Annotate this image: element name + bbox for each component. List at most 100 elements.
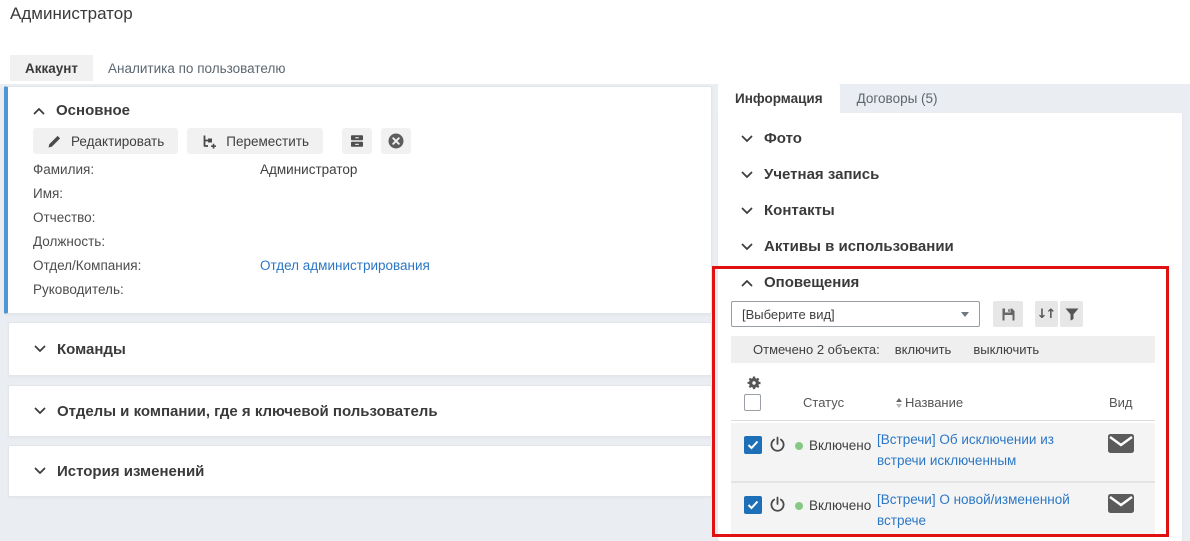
field-label: Руководитель: bbox=[33, 282, 260, 297]
chevron-up-icon[interactable] bbox=[33, 107, 45, 115]
field-label: Имя: bbox=[33, 186, 260, 201]
history-title: История изменений bbox=[57, 463, 204, 480]
card-file-button[interactable] bbox=[342, 128, 372, 154]
row-status: Включено bbox=[809, 438, 871, 453]
alerts-title: Оповещения bbox=[764, 274, 859, 291]
teams-header: Команды bbox=[34, 341, 126, 358]
selection-count-label: Отмечено 2 объекта: bbox=[753, 342, 880, 357]
move-button[interactable]: Переместить bbox=[187, 128, 323, 154]
field-row-middlename: Отчество: bbox=[33, 205, 430, 229]
department-link[interactable]: Отдел администрирования bbox=[260, 258, 430, 273]
status-dot bbox=[795, 502, 803, 510]
teams-section[interactable]: Команды bbox=[8, 322, 712, 376]
chevron-down-icon[interactable] bbox=[741, 243, 753, 251]
edit-button[interactable]: Редактировать bbox=[33, 128, 178, 154]
field-label: Отдел/Компания: bbox=[33, 258, 260, 273]
selection-bar: Отмечено 2 объекта: включить выключить bbox=[731, 336, 1155, 363]
tab-contracts[interactable]: Договоры (5) bbox=[840, 84, 955, 113]
row-checkbox-checked[interactable] bbox=[744, 436, 762, 454]
move-button-label: Переместить bbox=[226, 134, 309, 149]
field-label: Должность: bbox=[33, 234, 260, 249]
information-panel: Фото Учетная запись Контакты Активы в ис… bbox=[718, 113, 1182, 541]
floppy-icon bbox=[1001, 307, 1016, 322]
chevron-down-icon[interactable] bbox=[741, 135, 753, 143]
mail-icon bbox=[1108, 434, 1134, 453]
alerts-section-header[interactable]: Оповещения bbox=[741, 274, 859, 291]
departments-title: Отделы и компании, где я ключевой пользо… bbox=[57, 403, 438, 420]
chevron-down-icon[interactable] bbox=[741, 171, 753, 179]
chevron-down-icon bbox=[961, 312, 969, 317]
chevron-down-icon[interactable] bbox=[741, 207, 753, 215]
photo-section[interactable]: Фото bbox=[741, 130, 802, 147]
deactivate-button[interactable] bbox=[381, 128, 411, 154]
account-title: Учетная запись bbox=[764, 166, 879, 183]
field-row-manager: Руководитель: bbox=[33, 277, 430, 301]
sort-arrows-icon: ↓↑ bbox=[1037, 307, 1057, 322]
row-status: Включено bbox=[809, 498, 871, 513]
right-panel-tabs: Информация Договоры (5) bbox=[718, 84, 955, 113]
column-name-label: Название bbox=[905, 395, 963, 410]
chevron-up-icon[interactable] bbox=[741, 279, 753, 287]
pencil-icon bbox=[47, 134, 62, 149]
teams-title: Команды bbox=[57, 341, 126, 358]
field-value: Администратор bbox=[260, 162, 357, 177]
main-toolbar: Редактировать Переместить bbox=[33, 128, 411, 154]
row-checkbox-checked[interactable] bbox=[744, 496, 762, 514]
filter-button[interactable] bbox=[1060, 301, 1083, 327]
field-row-position: Должность: bbox=[33, 229, 430, 253]
header-divider bbox=[731, 420, 1155, 421]
page-title: Администратор bbox=[10, 4, 133, 24]
departments-section[interactable]: Отделы и компании, где я ключевой пользо… bbox=[8, 385, 712, 437]
column-name[interactable]: Название bbox=[896, 395, 963, 410]
alert-link[interactable]: [Встречи] О новой/измененной встрече bbox=[877, 489, 1085, 531]
history-header: История изменений bbox=[34, 463, 204, 480]
tab-account[interactable]: Аккаунт bbox=[10, 55, 93, 81]
x-circle-icon bbox=[387, 132, 405, 150]
contacts-section[interactable]: Контакты bbox=[741, 202, 835, 219]
gear-icon[interactable] bbox=[746, 375, 762, 396]
select-all-checkbox[interactable] bbox=[744, 394, 761, 411]
field-row-lastname: Фамилия: Администратор bbox=[33, 157, 430, 181]
account-section[interactable]: Учетная запись bbox=[741, 166, 879, 183]
main-section-header: Основное bbox=[33, 102, 711, 119]
top-tabs: Аккаунт Аналитика по пользователю bbox=[10, 55, 301, 81]
assets-title: Активы в использовании bbox=[764, 238, 954, 255]
mail-icon bbox=[1108, 494, 1134, 513]
tab-user-analytics[interactable]: Аналитика по пользователю bbox=[93, 55, 300, 81]
power-icon[interactable] bbox=[769, 496, 786, 513]
chevron-down-icon[interactable] bbox=[34, 345, 46, 353]
disable-action[interactable]: выключить bbox=[973, 342, 1039, 357]
main-info-card: Основное Редактировать Перемести bbox=[4, 86, 712, 314]
field-label: Фамилия: bbox=[33, 162, 260, 177]
edit-button-label: Редактировать bbox=[71, 134, 164, 149]
chevron-down-icon[interactable] bbox=[34, 467, 46, 475]
sort-indicator-icon bbox=[896, 398, 902, 408]
column-status: Статус bbox=[803, 395, 844, 410]
table-row: Включено [Встречи] Об исключении из встр… bbox=[731, 423, 1155, 481]
sort-button[interactable]: ↓↑ bbox=[1035, 301, 1058, 327]
table-row: Включено [Встречи] О новой/измененной вс… bbox=[731, 483, 1155, 536]
assets-section[interactable]: Активы в использовании bbox=[741, 238, 954, 255]
main-section-title: Основное bbox=[56, 102, 130, 119]
chevron-down-icon[interactable] bbox=[34, 407, 46, 415]
field-row-firstname: Имя: bbox=[33, 181, 430, 205]
screen: Администратор Аккаунт Аналитика по польз… bbox=[0, 0, 1190, 541]
status-dot bbox=[795, 442, 803, 450]
tab-information[interactable]: Информация bbox=[718, 84, 840, 113]
view-selector[interactable]: [Выберите вид] bbox=[731, 301, 980, 327]
funnel-icon bbox=[1065, 308, 1079, 321]
enable-action[interactable]: включить bbox=[895, 342, 952, 357]
view-selector-value: [Выберите вид] bbox=[742, 307, 835, 322]
alert-link[interactable]: [Встречи] Об исключении из встречи исклю… bbox=[877, 429, 1085, 471]
field-label: Отчество: bbox=[33, 210, 260, 225]
drawers-icon bbox=[350, 134, 364, 148]
field-row-department: Отдел/Компания: Отдел администрирования bbox=[33, 253, 430, 277]
tree-move-icon bbox=[201, 134, 217, 149]
history-section[interactable]: История изменений bbox=[8, 445, 712, 497]
contacts-title: Контакты bbox=[764, 202, 835, 219]
power-icon[interactable] bbox=[769, 436, 786, 453]
photo-title: Фото bbox=[764, 130, 802, 147]
field-list: Фамилия: Администратор Имя: Отчество: До… bbox=[33, 157, 430, 301]
save-view-button[interactable] bbox=[993, 301, 1023, 327]
departments-header: Отделы и компании, где я ключевой пользо… bbox=[34, 403, 438, 420]
